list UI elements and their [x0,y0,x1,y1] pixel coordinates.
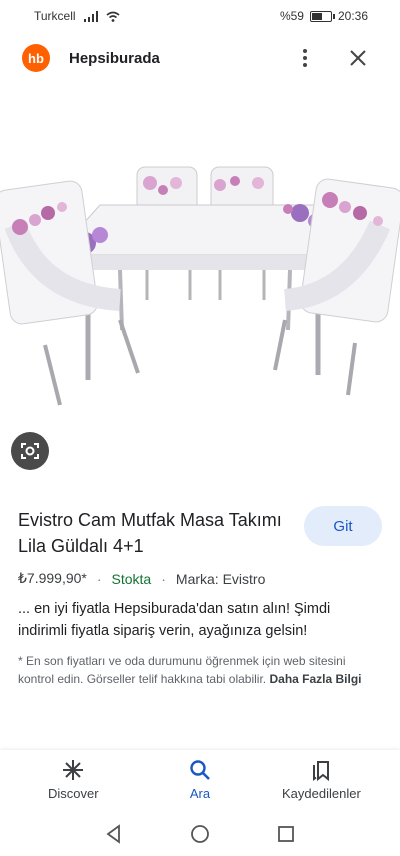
nav-discover[interactable]: Discover [48,758,99,801]
stock-status: Stokta [111,570,152,587]
battery-icon [309,10,335,22]
product-meta: ₺7.999,90* · Stokta · Marka: Evistro [18,570,265,587]
search-icon [190,760,210,780]
wifi-icon [106,11,120,22]
nav-label: Kaydedilenler [282,786,361,801]
disclaimer: * En son fiyatları ve oda durumunu öğren… [18,652,363,688]
brand: Marka: Evistro [175,570,266,587]
separator-dot: · [96,570,102,587]
app-header: hb Hepsiburada [0,38,400,80]
nav-label: Ara [189,786,211,801]
separator-dot: · [161,570,166,587]
status-bar: Turkcell %59 20:36 [0,0,400,30]
product-title: Evistro Cam Mutfak Masa Takımı Lila Güld… [18,510,282,556]
price: ₺7.999,90* [18,570,87,586]
bookmarks-icon [313,761,330,782]
go-button[interactable]: Git [304,506,382,546]
more-vert-icon[interactable] [297,47,313,69]
more-info-link[interactable]: Daha Fazla Bilgi [269,672,361,686]
hepsiburada-logo: hb [22,44,50,72]
back-icon[interactable] [104,824,124,844]
battery-level [311,12,322,20]
battery-percent: %59 [279,9,304,23]
product-description: ... en iyi fiyatla Hepsiburada'dan satın… [18,601,331,639]
carrier-name: Turkcell [34,9,76,23]
recents-icon[interactable] [276,824,296,844]
home-icon[interactable] [190,824,210,844]
product-image[interactable] [0,95,400,425]
nav-label: Discover [48,786,99,801]
status-right: %59 20:36 [280,9,368,23]
clock: 20:36 [337,9,368,23]
system-nav [0,812,400,856]
signal-icon [83,10,98,22]
lens-icon[interactable] [11,432,49,470]
status-left: Turkcell [34,9,120,23]
nav-search[interactable]: Ara [188,758,212,801]
bottom-nav: Discover Ara Kaydedilenler [0,750,400,812]
nav-saved[interactable]: Kaydedilenler [282,758,361,801]
asterisk-icon [63,760,84,780]
close-icon[interactable] [346,46,370,70]
camera-search-icon [21,443,39,459]
site-title: Hepsiburada [69,50,160,67]
